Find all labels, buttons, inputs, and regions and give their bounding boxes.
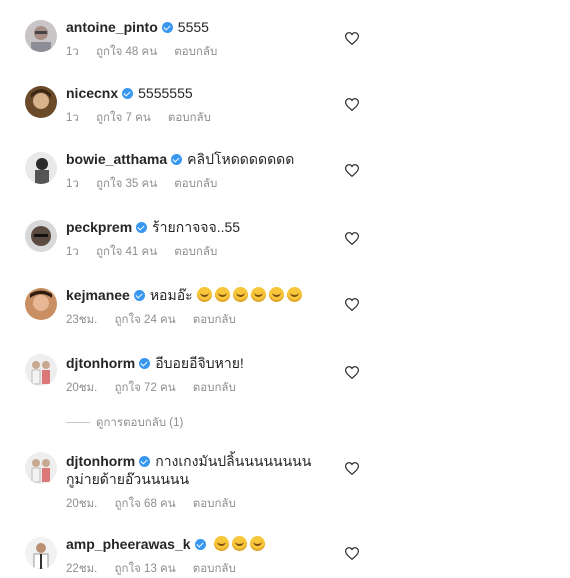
reply-button[interactable]: ตอบกลับ	[193, 498, 236, 510]
comment-text: 5555	[177, 19, 209, 35]
username[interactable]: amp_pheerawas_k	[66, 536, 191, 552]
comment-time: 1ว	[66, 246, 79, 258]
like-heart-icon[interactable]	[345, 298, 359, 311]
tears-of-joy-emoji	[250, 536, 266, 551]
reply-button[interactable]: ตอบกลับ	[193, 382, 236, 394]
verified-badge-icon	[194, 539, 206, 550]
comment-text: อีบอยอีจิบหาย!	[155, 355, 244, 371]
username[interactable]: antoine_pinto	[66, 19, 158, 35]
reply-button[interactable]: ตอบกลับ	[174, 246, 217, 258]
view-replies-label[interactable]: ดูการตอบกลับ (1)	[96, 417, 183, 429]
verified-badge-icon	[122, 88, 134, 99]
comment-text: ร้ายกาจจจ..55	[152, 219, 241, 235]
reply-button[interactable]: ตอบกลับ	[174, 178, 217, 190]
comment-time: 20ชม.	[66, 498, 98, 510]
likes-count[interactable]: ถูกใจ 41 คน	[96, 246, 157, 258]
like-heart-icon[interactable]	[345, 366, 359, 379]
username[interactable]: peckprem	[66, 219, 132, 235]
reply-button[interactable]: ตอบกลับ	[168, 112, 211, 124]
rolling-laughing-emoji	[250, 287, 266, 302]
verified-badge-icon	[139, 358, 151, 369]
tears-of-joy-emoji	[214, 536, 230, 551]
rolling-laughing-emoji	[196, 287, 212, 302]
comment-text: 5555555	[138, 85, 193, 101]
reply-button[interactable]: ตอบกลับ	[193, 563, 236, 575]
rolling-laughing-emoji	[286, 287, 302, 302]
verified-badge-icon	[136, 222, 148, 233]
comment-time: 1ว	[66, 178, 79, 190]
comment-time: 1ว	[66, 46, 79, 58]
likes-count[interactable]: ถูกใจ 7 คน	[96, 112, 151, 124]
username[interactable]: kejmanee	[66, 287, 130, 303]
rolling-laughing-emoji	[214, 287, 230, 302]
comment-time: 23ชม.	[66, 314, 98, 326]
avatar[interactable]	[25, 537, 57, 569]
view-replies-button[interactable]: ดูการตอบกลับ (1)	[66, 414, 183, 432]
reply-button[interactable]: ตอบกลับ	[174, 46, 217, 58]
username[interactable]: djtonhorm	[66, 355, 135, 371]
avatar[interactable]	[25, 354, 57, 386]
comment-text: หอมอ๊ะ	[149, 287, 193, 303]
comment-time: 22ชม.	[66, 563, 98, 575]
likes-count[interactable]: ถูกใจ 13 คน	[115, 563, 176, 575]
likes-count[interactable]: ถูกใจ 48 คน	[96, 46, 157, 58]
verified-badge-icon	[139, 456, 151, 467]
verified-badge-icon	[133, 290, 145, 301]
avatar[interactable]	[25, 20, 57, 52]
tears-of-joy-emoji	[232, 536, 248, 551]
comment-time: 20ชม.	[66, 382, 98, 394]
comment-text: คลิปโหดดดดดดด	[187, 151, 295, 167]
likes-count[interactable]: ถูกใจ 24 คน	[115, 314, 176, 326]
rolling-laughing-emoji	[232, 287, 248, 302]
tears-of-joy-emoji-group	[214, 536, 268, 552]
username[interactable]: nicecnx	[66, 85, 118, 101]
comment-time: 1ว	[66, 112, 79, 124]
likes-count[interactable]: ถูกใจ 35 คน	[96, 178, 157, 190]
divider	[66, 422, 90, 424]
verified-badge-icon	[161, 22, 173, 33]
like-heart-icon[interactable]	[345, 32, 359, 45]
username[interactable]: bowie_atthama	[66, 151, 167, 167]
username[interactable]: djtonhorm	[66, 453, 135, 469]
like-heart-icon[interactable]	[345, 547, 359, 560]
avatar[interactable]	[25, 220, 57, 252]
avatar[interactable]	[25, 288, 57, 320]
likes-count[interactable]: ถูกใจ 68 คน	[115, 498, 176, 510]
rolling-laughing-emoji-group	[196, 287, 305, 303]
like-heart-icon[interactable]	[345, 164, 359, 177]
verified-badge-icon	[171, 154, 183, 165]
avatar[interactable]	[25, 452, 57, 484]
rolling-laughing-emoji	[268, 287, 284, 302]
avatar[interactable]	[25, 152, 57, 184]
reply-button[interactable]: ตอบกลับ	[193, 314, 236, 326]
avatar[interactable]	[25, 86, 57, 118]
like-heart-icon[interactable]	[345, 98, 359, 111]
like-heart-icon[interactable]	[345, 462, 359, 475]
like-heart-icon[interactable]	[345, 232, 359, 245]
likes-count[interactable]: ถูกใจ 72 คน	[115, 382, 176, 394]
